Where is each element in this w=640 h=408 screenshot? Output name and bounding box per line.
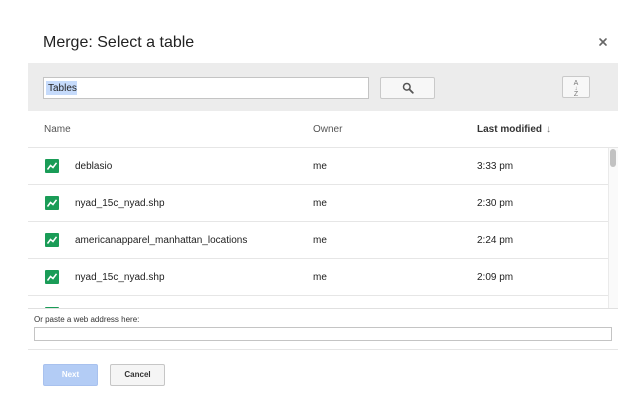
row-owner: me [313,161,327,172]
dialog-title: Merge: Select a table [43,34,195,51]
table-row[interactable]: deblasio me 3:33 pm [28,148,608,185]
search-field[interactable] [43,77,369,99]
list-divider [28,308,618,309]
row-name: nyad_15c_nyad.shp [75,198,165,209]
table-row[interactable]: nyad_15c_nyad.shp me 2:30 pm [28,185,608,222]
row-owner: me [313,235,327,246]
table-header: Name Owner Last modified ↓ [28,111,618,148]
list-scrollbar[interactable] [608,148,618,308]
list-scrollbar-thumb[interactable] [610,149,616,167]
table-list: deblasio me 3:33 pm nyad_15c_nyad.shp me… [28,148,608,308]
column-header-last-modified[interactable]: Last modified ↓ [477,124,551,135]
column-header-last-modified-label: Last modified [477,124,543,135]
row-modified: 2:24 pm [477,235,514,246]
footer-divider [28,349,618,350]
table-chart-icon [45,159,59,173]
search-input[interactable] [44,78,368,98]
close-button[interactable] [596,35,610,49]
url-label: Or paste a web address here: [34,315,140,324]
sort-descending-icon: ↓ [546,124,552,135]
row-modified: 3:33 pm [477,161,514,172]
close-icon [599,38,607,46]
sort-az-button[interactable]: A ↓ Z [562,76,590,98]
sort-az-icon: A ↓ Z [563,80,589,98]
search-icon [402,82,414,94]
search-button[interactable] [380,77,435,99]
row-owner: me [313,272,327,283]
table-row[interactable]: nyad_15c_nyad.shp me 2:09 pm [28,259,608,296]
next-button[interactable]: Next [43,364,98,386]
column-header-name[interactable]: Name [44,124,71,135]
url-input[interactable] [34,327,612,341]
row-name: nyad_15c_nyad.shp [75,272,165,283]
table-chart-icon [45,270,59,284]
cancel-button[interactable]: Cancel [110,364,165,386]
table-row-partial[interactable] [28,296,608,308]
row-name: deblasio [75,161,113,172]
table-chart-icon [45,196,59,210]
table-row[interactable]: americanapparel_manhattan_locations me 2… [28,222,608,259]
row-modified: 2:30 pm [477,198,514,209]
row-modified: 2:09 pm [477,272,514,283]
table-chart-icon [45,233,59,247]
search-toolbar: A ↓ Z [28,63,618,111]
row-owner: me [313,198,327,209]
column-header-owner[interactable]: Owner [313,124,342,135]
row-name: americanapparel_manhattan_locations [75,235,248,246]
